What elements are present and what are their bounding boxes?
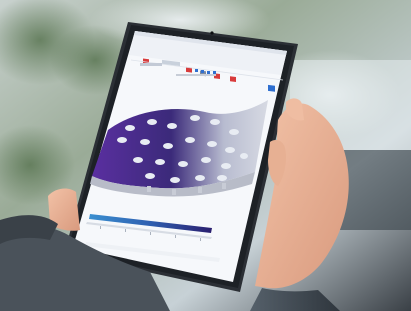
toolbar-blue-button-icon[interactable]: [268, 84, 275, 92]
view-icon[interactable]: [213, 71, 216, 74]
plot-title-placeholder: [176, 74, 216, 76]
photo-canvas: [0, 0, 411, 311]
view-icon[interactable]: [207, 71, 210, 74]
front-camera: [210, 31, 214, 35]
view-icon[interactable]: [195, 69, 198, 72]
toolbar-export-icon[interactable]: [230, 76, 236, 82]
photo-scene: [0, 0, 411, 311]
toolbar-item[interactable]: [140, 63, 162, 66]
view-icon[interactable]: [201, 70, 204, 73]
